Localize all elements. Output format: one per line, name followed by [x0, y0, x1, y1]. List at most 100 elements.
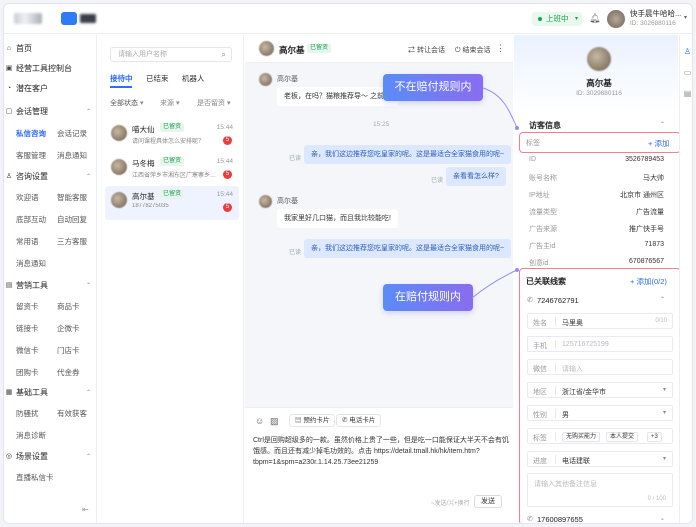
message-time: 15:25 — [373, 121, 390, 128]
field-label: 标签 — [533, 435, 547, 442]
sidebar-item-lead-card[interactable]: 留资卡 — [16, 300, 39, 314]
search-input[interactable]: 请输入用户名称 ⌕ — [110, 47, 232, 62]
sidebar-item-console[interactable]: ▣ 经营工具控制台 — [4, 61, 97, 77]
sidebar-item-session-log[interactable]: 会话记录 — [57, 127, 87, 141]
collapse-icon[interactable]: ⇤ — [82, 505, 89, 514]
list-item[interactable]: 马冬梅 已留资 江西省萍乡市湘东区广寒寨乡8... 15:44 5 — [105, 153, 239, 187]
name-field[interactable]: 姓名 马里奥 0/10 — [527, 313, 673, 329]
sidebar-item-msg-notify[interactable]: 消息通知 — [16, 257, 46, 271]
sidebar-item-anti-harass[interactable]: 防骚扰 — [16, 407, 39, 421]
message-input[interactable]: Ctrl是回购超级多的一款。虽然价格上贵了一些，但是吃一口能保证大半天不会有饥饿… — [253, 435, 509, 468]
avatar[interactable] — [607, 10, 625, 28]
info-key: 创意id — [529, 260, 549, 267]
sidebar-item-agent-manage[interactable]: 客服管理 — [16, 149, 46, 163]
chat-header: 高尔基 已留资 ⇄ 转让会话 ⏻ 结束会话 ⋮ — [245, 35, 513, 63]
person-icon: ♙ — [5, 173, 13, 180]
more-icon[interactable]: ⋮ — [496, 43, 505, 54]
divider — [555, 455, 556, 464]
sidebar-item-third-party[interactable]: 三方客服 — [57, 235, 87, 249]
chevron-up-icon: ⌃ — [85, 454, 91, 460]
chat-icon[interactable]: ▭ — [683, 68, 692, 77]
sidebar-item-smart-agent[interactable]: 智能客服 — [57, 191, 87, 205]
phone-card-button[interactable]: ✆ 电话卡片 — [336, 414, 382, 427]
dashboard-icon: ▣ — [5, 65, 13, 72]
sidebar-group-consult-settings[interactable]: ♙ 咨询设置 ⌃ — [4, 169, 97, 185]
sidebar-item-wechat-card[interactable]: 微信卡 — [16, 344, 39, 358]
sidebar-item-voucher[interactable]: 代金券 — [57, 366, 80, 380]
sidebar-item-groupbuy-card[interactable]: 团购卡 — [16, 366, 39, 380]
sidebar-item-valid-acquire[interactable]: 有效获客 — [57, 407, 87, 421]
tag-select[interactable]: 标签 无购买能力 本人提交 +3 — [527, 428, 673, 444]
gender-select[interactable]: 性别 男 ▾ — [527, 405, 673, 421]
divider — [555, 409, 556, 418]
sidebar-item-msg-diagnose[interactable]: 消息诊断 — [16, 429, 46, 443]
sidebar-item-home[interactable]: ⌂ 首页 — [4, 41, 97, 57]
region-select[interactable]: 地区 浙江省/金华市 ▾ — [527, 382, 673, 398]
chevron-up-icon[interactable]: ⌃ — [660, 121, 665, 128]
chevron-down-icon[interactable]: ⌄ — [660, 515, 665, 522]
button-label: 电话卡片 — [349, 417, 376, 424]
message-sender: 高尔基 — [277, 198, 298, 205]
tag-chip[interactable]: 无购买能力 — [562, 432, 601, 442]
wechat-field[interactable]: 微信 请输入 — [527, 359, 673, 375]
person-icon[interactable]: ♙ — [683, 47, 692, 56]
sidebar-group-scene[interactable]: ◎ 场景设置 ⌃ — [4, 449, 97, 465]
send-button[interactable]: 发送 — [474, 495, 502, 508]
sidebar-item-welcome[interactable]: 欢迎语 — [16, 191, 39, 205]
progress-select[interactable]: 进度 电话建联 ▾ — [527, 451, 673, 467]
list-item[interactable]: 喵大仙 已留资 请问课程具体怎么安排呢？ 15:44 5 — [105, 119, 239, 153]
sidebar-group-session[interactable]: ▢ 会话管理 ⌃ — [4, 104, 97, 120]
field-value: 男 — [562, 412, 569, 419]
contact-name: 马冬梅 — [132, 159, 155, 168]
field-label: 手机 — [533, 343, 547, 350]
appointment-card-button[interactable]: ▤ 预约卡片 — [289, 414, 336, 427]
bell-icon[interactable]: 🔔︎ — [589, 13, 600, 24]
chevron-down-icon[interactable]: ▾ — [684, 14, 687, 21]
status-dropdown[interactable]: 上班中 ▾ — [532, 12, 582, 26]
sidebar-item-link-card[interactable]: 链接卡 — [16, 322, 39, 336]
tab-robot[interactable]: 机器人 — [182, 73, 205, 84]
sidebar-item-private-consult[interactable]: 私信咨询 — [16, 127, 46, 141]
sidebar-item-store-card[interactable]: 门店卡 — [57, 344, 80, 358]
visitor-panel: 高尔基 ID: 3029880116 访客信息 ⌃ 标签 + 添加 ID 352… — [514, 35, 681, 523]
sidebar-item-bottom-interact[interactable]: 底部互动 — [16, 213, 46, 227]
list-item[interactable]: 高尔基 已留资 18778275035 15:44 5 — [105, 186, 239, 220]
status-badge: 已留资 — [307, 44, 332, 53]
tab-receiving[interactable]: 接待中 — [110, 73, 133, 84]
add-tag-button[interactable]: + 添加 — [648, 138, 669, 149]
char-count: 0/10 — [655, 318, 667, 324]
info-value: 马大帅 — [643, 175, 664, 182]
filter-status[interactable]: 全部状态 ▾ — [110, 98, 143, 108]
tab-ended[interactable]: 已结束 — [146, 73, 169, 84]
tag-chip-more[interactable]: +3 — [647, 432, 662, 442]
chevron-up-icon[interactable]: ⌃ — [660, 296, 665, 303]
sidebar-item-leads[interactable]: ◔ 潜在客户 — [4, 81, 97, 97]
power-icon: ⏻ — [455, 47, 461, 54]
add-lead-button[interactable]: + 添加(0/2) — [630, 276, 667, 287]
end-session-button[interactable]: ⏻ 结束会话 — [455, 45, 491, 55]
sidebar-item-common-phrase[interactable]: 常用语 — [16, 235, 39, 249]
lead-phone[interactable]: 7246762791 — [537, 296, 579, 305]
sidebar-group-marketing[interactable]: ▤ 营销工具 ⌃ — [4, 278, 97, 294]
field-placeholder: 请输入 — [562, 366, 583, 373]
sidebar-item-wecom-card[interactable]: 企微卡 — [57, 322, 80, 336]
emoji-icon[interactable]: ☺ — [255, 416, 264, 426]
lead-phone[interactable]: 17600897655 — [537, 515, 583, 523]
sidebar-item-auto-reply[interactable]: 自动回复 — [57, 213, 87, 227]
sidebar-group-basic-tools[interactable]: ▦ 基础工具 ⌃ — [4, 385, 97, 401]
timestamp: 15:44 — [216, 158, 233, 165]
sidebar-item-live-card[interactable]: 直播私信卡 — [16, 471, 54, 485]
sidebar-item-notify[interactable]: 消息通知 — [57, 149, 87, 163]
filter-lead[interactable]: 是否留资 ▾ — [197, 98, 230, 108]
message-preview: 18778275035 — [132, 203, 169, 209]
sidebar-item-product-card[interactable]: 商品卡 — [57, 300, 80, 314]
tag-label: 标签 — [526, 140, 540, 147]
phone-field[interactable]: 手机 125716725199 — [527, 336, 673, 352]
field-label: 进度 — [533, 458, 547, 465]
filter-source[interactable]: 来源 ▾ — [160, 98, 179, 108]
doc-icon[interactable]: ▤ — [683, 89, 692, 98]
image-icon[interactable]: ▨ — [270, 416, 279, 427]
transfer-button[interactable]: ⇄ 转让会话 — [408, 45, 445, 55]
tag-chip[interactable]: 本人提交 — [606, 432, 639, 442]
remark-textarea[interactable]: 请输入其他备注信息 0 / 100 — [527, 473, 673, 507]
